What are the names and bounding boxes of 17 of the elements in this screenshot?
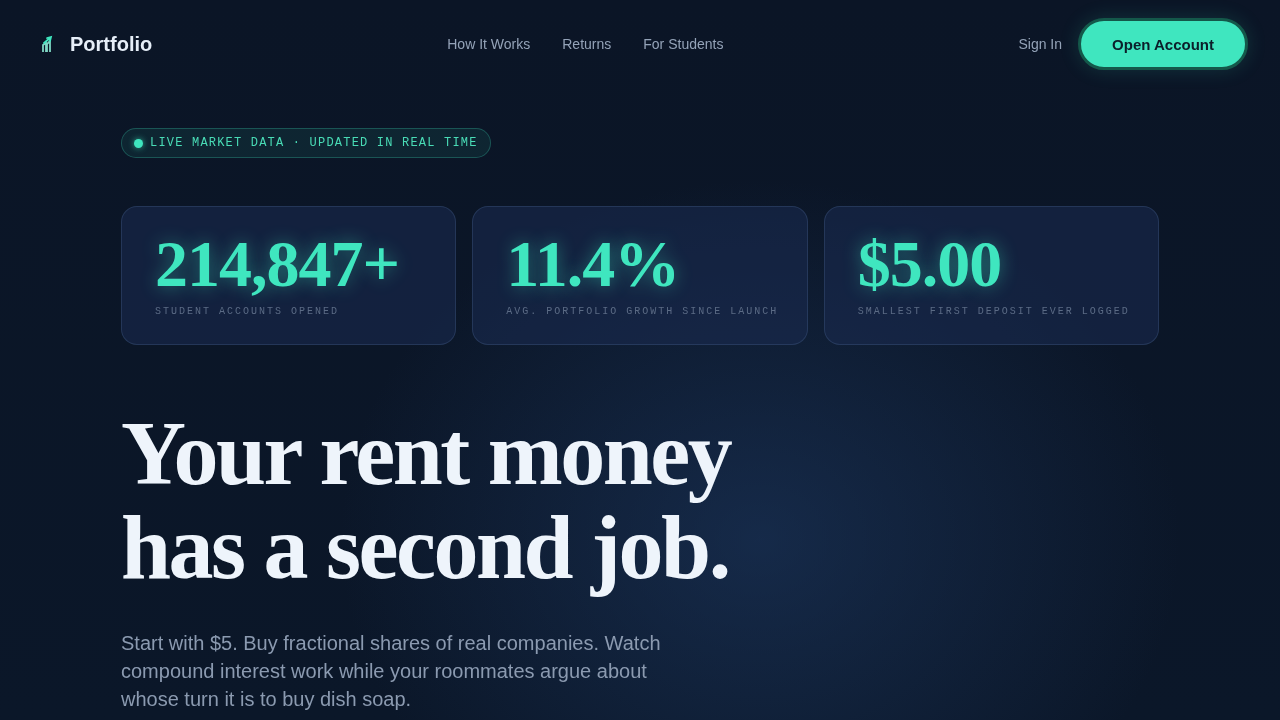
nav-link[interactable]: How It Works <box>447 36 531 52</box>
stat-value: $5.00 <box>857 229 1002 299</box>
hero-description: Start with $5. Buy fractional shares of real companies. Watch compound interest work while your roommates argue about whose turn it is to buy dish soap. <box>121 631 662 712</box>
sign-in-link[interactable]: Sign In <box>1018 36 1063 52</box>
stat-label: AVG. PORTFOLIO GROWTH SINCE LAUNCH <box>506 306 779 317</box>
status-dot-icon <box>134 138 143 148</box>
nav-link[interactable]: For Students <box>643 36 724 52</box>
stat-value: 11.4% <box>506 229 680 299</box>
badge-text: LIVE MARKET DATA · UPDATED IN REAL TIME <box>150 136 478 150</box>
logo-icon <box>40 35 54 53</box>
headline: Your rent money has a second job. <box>121 407 731 595</box>
stat-label: STUDENT ACCOUNTS OPENED <box>155 306 340 317</box>
stat-label: SMALLEST FIRST DEPOSIT EVER LOGGED <box>857 306 1130 317</box>
open-account-button[interactable]: Open Account <box>1078 18 1248 70</box>
nav-link[interactable]: Returns <box>562 36 612 52</box>
brand-name[interactable]: Portfolio <box>70 32 153 56</box>
stat-value: 214,847+ <box>155 229 400 299</box>
